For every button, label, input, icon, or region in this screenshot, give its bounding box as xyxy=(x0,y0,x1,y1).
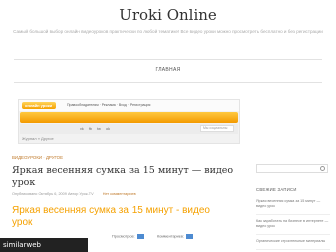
banner-subbar: vk fb tw ok Мы социальны xyxy=(20,124,238,134)
comments-label: Комментариев: xyxy=(157,234,184,239)
recent-post-link[interactable]: Как заработать на бизнесе в интернете — … xyxy=(256,219,330,235)
search-icon[interactable] xyxy=(320,166,325,171)
banner-breadcrumb: Журнал » Другое xyxy=(22,136,54,141)
banner-image: онлайн уроки Правообладателям · Реклама … xyxy=(18,99,240,148)
post-comments-link[interactable]: Нет комментариев xyxy=(103,192,136,196)
sidebar-search-input[interactable] xyxy=(256,164,328,173)
recent-post-link[interactable]: Яркая весенняя сумка за 15 минут — видео… xyxy=(256,199,330,215)
banner-top-links: Правообладателям · Реклама · Вход · Реги… xyxy=(67,103,151,107)
views-label: Просмотров: xyxy=(112,234,135,239)
banner-top-strip: онлайн уроки Правообладателям · Реклама … xyxy=(19,100,239,111)
banner-logo: онлайн уроки xyxy=(22,102,56,109)
recent-posts-list: Яркая весенняя сумка за 15 минут — видео… xyxy=(256,199,330,252)
recent-posts-heading: СВЕЖИЕ ЗАПИСИ xyxy=(256,187,297,192)
twitter-icon: tw xyxy=(97,127,101,131)
facebook-icon: fb xyxy=(88,127,93,131)
vk-icon: vk xyxy=(80,127,84,131)
nav-item-home[interactable]: ГЛАВНАЯ xyxy=(14,67,322,73)
site-tagline: Самый большой выбор онлайн видеоуроков п… xyxy=(13,29,323,34)
post-category-links[interactable]: ВИДЕОУРОКИ · ДРУГОЕ xyxy=(12,155,63,160)
social-icons: vk fb tw ok xyxy=(80,125,114,133)
post-title[interactable]: Яркая весенняя сумка за 15 минут — видео… xyxy=(12,165,242,189)
banner-menu-bar: Компьютерные Под заказ Уроки Спорт Текст… xyxy=(20,112,238,148)
site-title[interactable]: Uroki Online xyxy=(0,6,336,24)
post-date-author: Опубликовано Октябрь 6, 2009 Автор Урок-… xyxy=(12,192,94,196)
comments-stat: Комментариев: xyxy=(157,234,193,239)
odnoklassniki-icon: ok xyxy=(105,127,110,131)
article-image-title: Яркая весенняя сумка за 15 минут - видео… xyxy=(12,205,210,228)
views-stat: Просмотров: xyxy=(112,234,144,239)
banner-search-label: Мы социальны xyxy=(200,125,234,132)
watermark-logo: similarweb xyxy=(0,238,88,252)
main-navigation: ГЛАВНАЯ xyxy=(14,59,322,83)
banner-menu-item: Другое xyxy=(26,144,39,148)
post-meta: Опубликовано Октябрь 6, 2009 Автор Урок-… xyxy=(12,192,136,196)
comments-counter-box xyxy=(185,234,193,239)
views-counter-box xyxy=(136,234,144,239)
recent-post-link[interactable]: Органические строительные материалы xyxy=(256,239,330,250)
